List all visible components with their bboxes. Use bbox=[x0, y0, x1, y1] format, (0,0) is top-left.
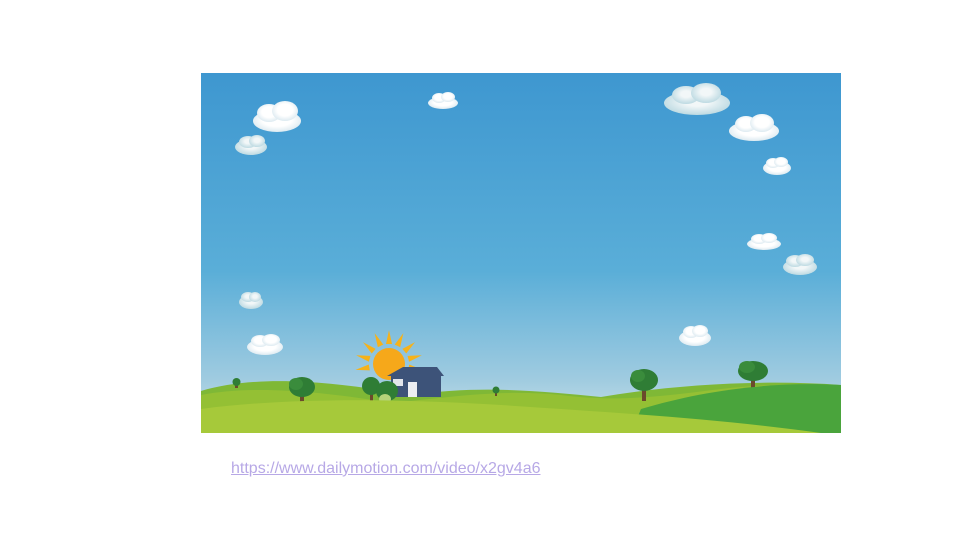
cloud bbox=[783, 254, 817, 275]
slide: https://www.dailymotion.com/video/x2gv4a… bbox=[0, 0, 960, 540]
video-url-link[interactable]: https://www.dailymotion.com/video/x2gv4a… bbox=[231, 460, 540, 478]
landscape-animation bbox=[201, 73, 841, 433]
video-embed[interactable] bbox=[201, 73, 841, 433]
cloud bbox=[239, 292, 263, 309]
